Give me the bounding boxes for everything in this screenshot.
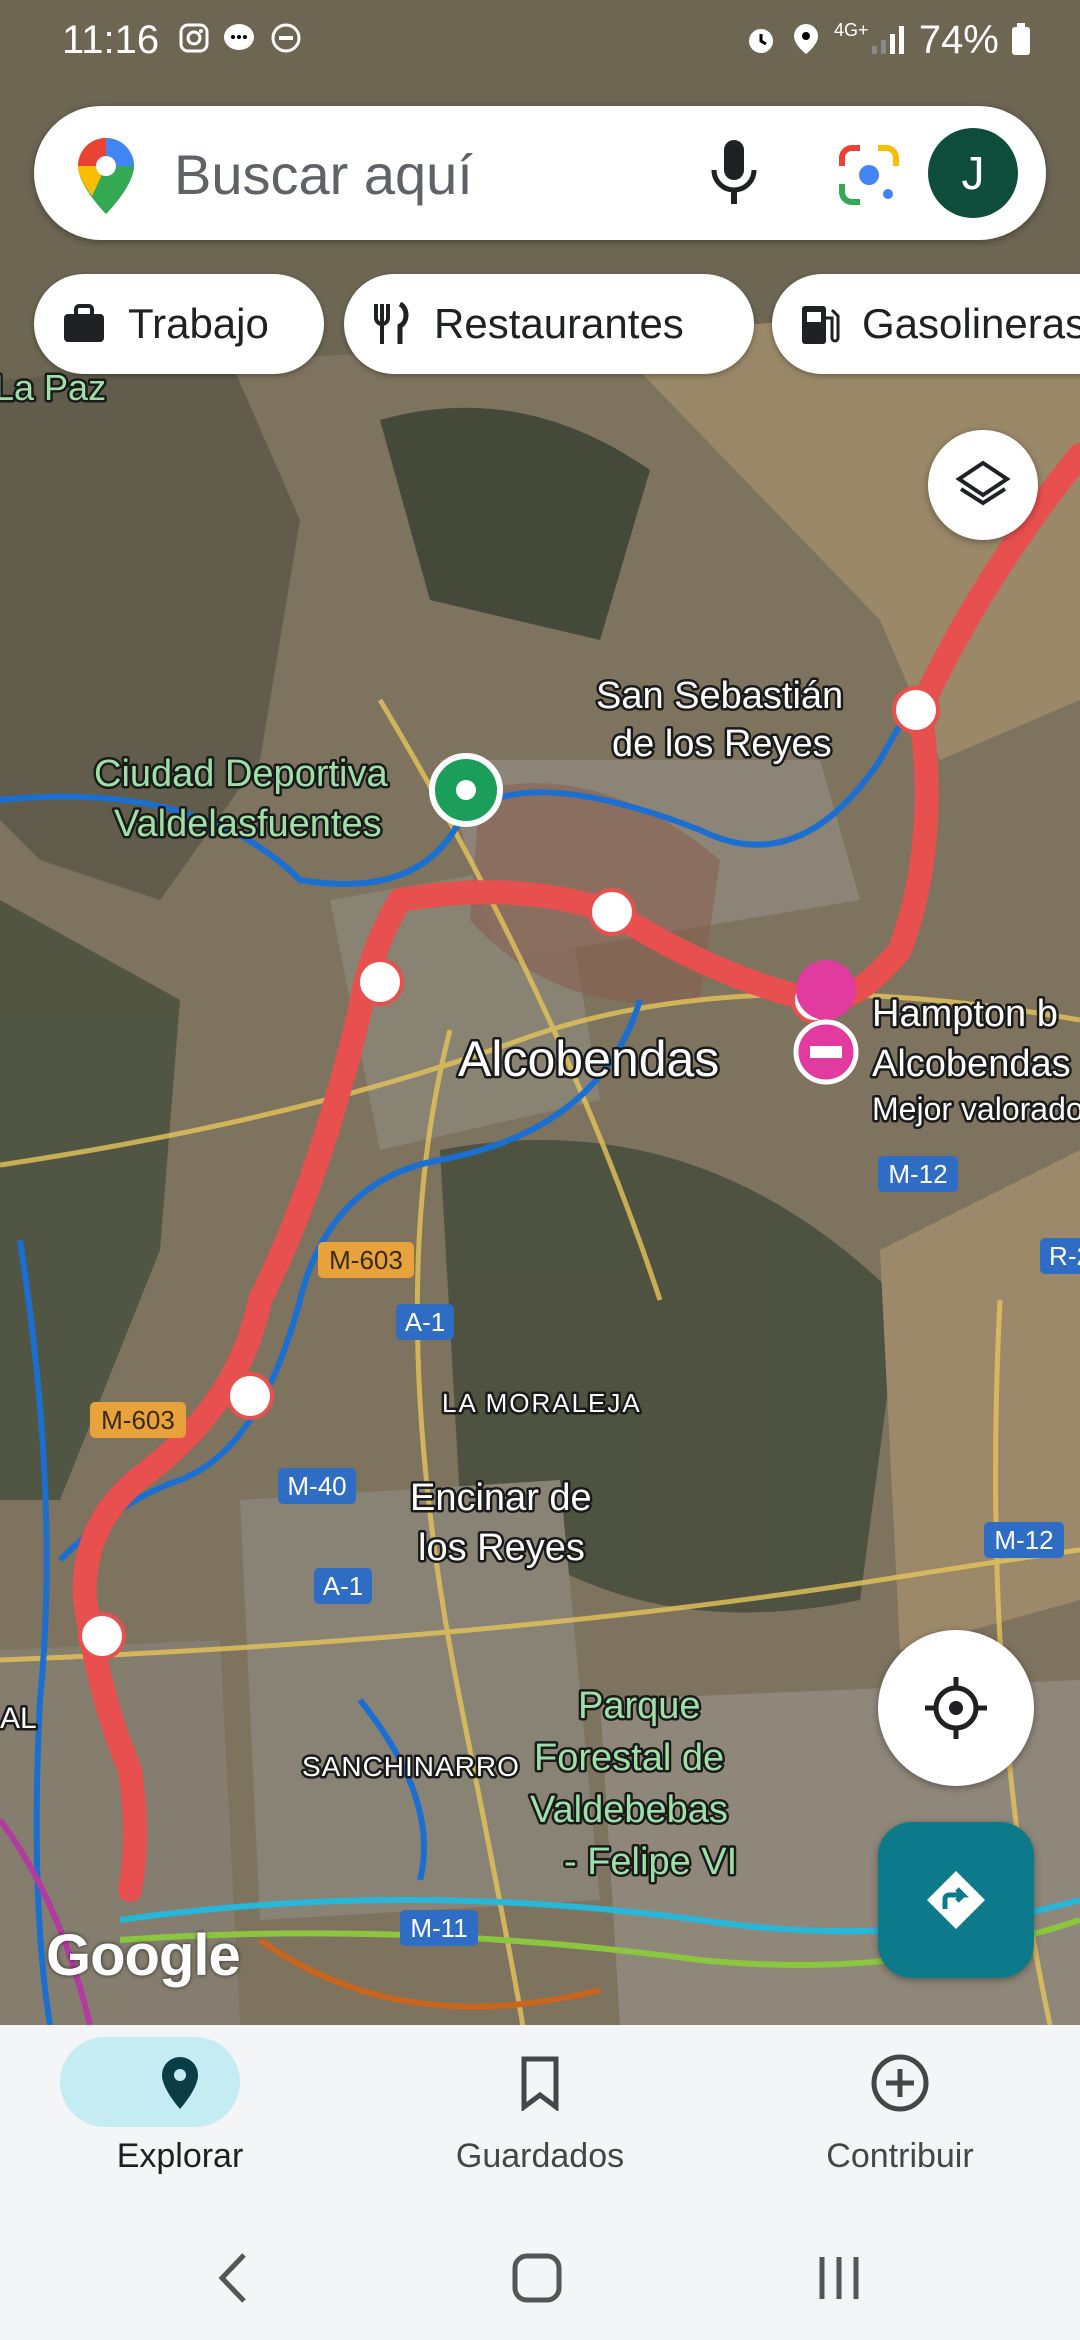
map-label: San Sebastián [596, 675, 843, 717]
google-maps-logo-icon [78, 138, 134, 214]
road-shield: M-12 [984, 1522, 1064, 1558]
map-label: LA MORALEJA [442, 1388, 642, 1418]
svg-text:M-40: M-40 [287, 1471, 346, 1501]
home-icon[interactable] [510, 2251, 564, 2305]
map-label: Ciudad Deportiva [94, 753, 388, 795]
directions-button[interactable] [878, 1822, 1034, 1978]
fork-knife-icon [374, 302, 409, 344]
svg-text:M-603: M-603 [101, 1405, 175, 1435]
account-avatar[interactable]: J [928, 128, 1018, 218]
directions-icon [927, 1871, 985, 1929]
map-label: Forestal de [534, 1737, 724, 1779]
layers-icon [955, 460, 1011, 506]
route-stop [892, 686, 940, 734]
map-label: Alcobendas [872, 1043, 1071, 1085]
message-icon [222, 22, 256, 62]
my-location-button[interactable] [878, 1630, 1034, 1786]
road-shield: M-603 [318, 1242, 414, 1278]
svg-text:M-603: M-603 [329, 1245, 403, 1275]
route-stop [226, 1372, 274, 1420]
route-stop [78, 1612, 126, 1660]
map-label: Valdebebas [530, 1789, 728, 1831]
road-shield: A-1 [396, 1304, 454, 1340]
svg-text:A-1: A-1 [323, 1571, 363, 1601]
alarm-icon [744, 22, 778, 64]
network-type: 4G+ [834, 20, 869, 40]
gas-station-icon [802, 306, 840, 344]
add-circle-icon [871, 2054, 929, 2112]
svg-text:R-2: R-2 [1049, 1241, 1080, 1271]
svg-text:A-1: A-1 [405, 1307, 445, 1337]
chip-label: Gasolineras [862, 300, 1080, 347]
chip-label: Trabajo [128, 300, 269, 347]
status-bar: 11:16 4G+ 74% [0, 0, 1080, 80]
route-stop [356, 958, 404, 1006]
recents-icon[interactable] [814, 2251, 864, 2305]
road-shield: M-603 [90, 1402, 186, 1438]
nav-explore[interactable]: Explorar [0, 2025, 360, 2215]
green-poi-marker [429, 753, 503, 827]
map-label: Alcobendas [458, 1031, 719, 1087]
chip-work[interactable]: Trabajo [34, 274, 324, 374]
system-navigation-bar [0, 2215, 1080, 2340]
bookmark-icon [521, 2056, 559, 2111]
map-label: SANCHINARRO [302, 1751, 520, 1782]
google-lens-icon[interactable] [834, 140, 904, 210]
status-time: 11:16 [62, 18, 160, 62]
road-shield: M-40 [278, 1468, 356, 1504]
road-shield: M-11 [400, 1910, 478, 1946]
back-icon[interactable] [214, 2251, 254, 2305]
svg-text:M-12: M-12 [994, 1525, 1053, 1555]
chip-gas-stations[interactable]: Gasolineras [772, 274, 1080, 374]
google-attribution: Google [46, 1923, 241, 1988]
search-input[interactable]: Buscar aquí [174, 142, 473, 207]
nav-label: Explorar [116, 2137, 244, 2175]
crosshair-icon [925, 1677, 987, 1739]
briefcase-icon [64, 304, 104, 342]
battery-percent: 74% [919, 18, 1032, 63]
chip-label: Restaurantes [434, 300, 684, 347]
pin-icon [162, 2057, 198, 2109]
map-label: los Reyes [418, 1527, 585, 1569]
do-not-disturb-icon [270, 22, 302, 62]
nav-contribute[interactable]: Contribuir [720, 2025, 1080, 2215]
route-stop [588, 888, 636, 936]
layers-button[interactable] [928, 430, 1038, 540]
map-label: Mejor valorado [872, 1091, 1080, 1127]
map-label: Encinar de [410, 1477, 592, 1519]
svg-text:M-12: M-12 [888, 1159, 947, 1189]
road-shield: M-12 [878, 1156, 958, 1192]
map-label: de los Reyes [612, 723, 832, 765]
location-icon [792, 22, 820, 64]
signal-icon [870, 22, 910, 64]
map-label: Hampton b [872, 993, 1058, 1035]
instagram-icon [178, 22, 210, 62]
map-label: AL [0, 1702, 37, 1735]
search-bar[interactable]: Buscar aquí J [34, 106, 1046, 240]
nav-label: Guardados [455, 2137, 625, 2175]
nav-active-indicator [60, 2037, 240, 2127]
nav-label: Contribuir [826, 2137, 974, 2175]
map-label: Parque [578, 1685, 701, 1727]
road-shield: A-1 [314, 1568, 372, 1604]
svg-text:M-11: M-11 [410, 1913, 467, 1943]
bottom-navigation: Explorar Guardados Contribuir [0, 2025, 1080, 2215]
chip-restaurants[interactable]: Restaurantes [344, 274, 754, 374]
nav-saved[interactable]: Guardados [360, 2025, 720, 2215]
road-shield: R-2 [1040, 1238, 1080, 1274]
microphone-icon[interactable] [704, 136, 764, 210]
map-label: - Felipe VI [564, 1841, 737, 1883]
map-label: Valdelasfuentes [114, 803, 382, 845]
